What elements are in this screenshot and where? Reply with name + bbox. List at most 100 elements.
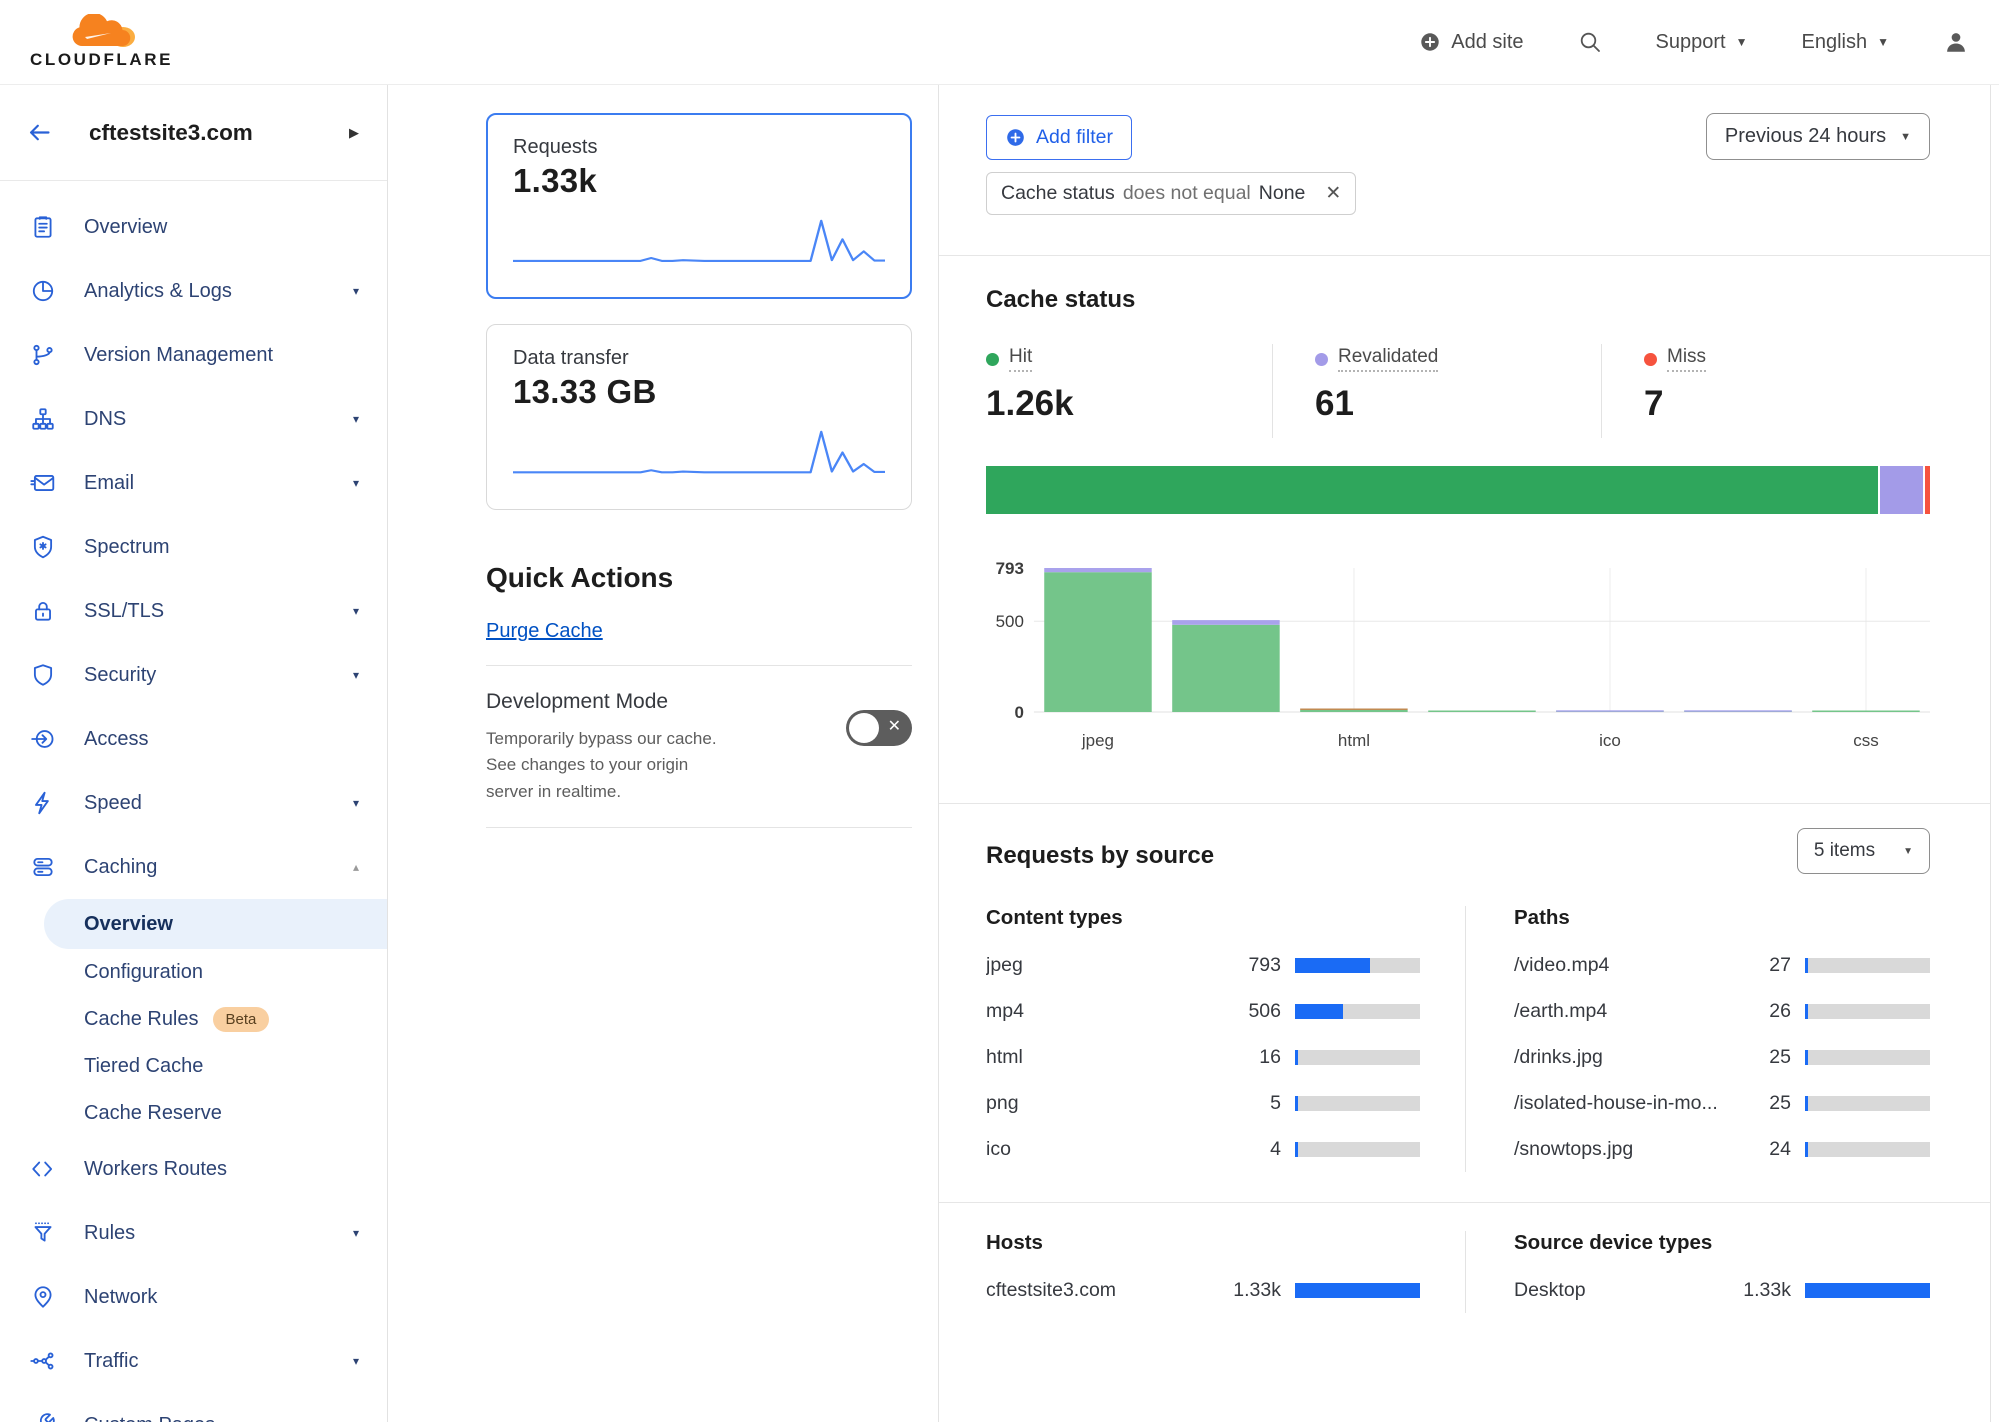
divider [486, 665, 912, 666]
sidebar-item-custom-pages[interactable]: Custom Pages [0, 1393, 387, 1422]
legend-label[interactable]: Miss [1667, 346, 1706, 372]
support-menu[interactable]: Support ▼ [1656, 31, 1748, 54]
sidebar-item-version-management[interactable]: Version Management [0, 323, 387, 387]
sidebar-nav: Overview Analytics & Logs ▾ Version Mana… [0, 181, 387, 1422]
svg-text:jpeg: jpeg [1081, 731, 1114, 750]
language-label: English [1802, 31, 1868, 54]
user-avatar-icon[interactable] [1943, 29, 1969, 55]
requests-by-source-section: Requests by source 5 items ▼ Content typ… [939, 804, 1990, 1203]
development-mode-toggle[interactable]: ✕ [846, 710, 912, 746]
sidebar-item-dns[interactable]: DNS ▾ [0, 387, 387, 451]
row-value: 27 [1727, 954, 1791, 977]
sidebar-subitem-overview[interactable]: Overview [44, 899, 387, 949]
source-device-types-group: Source device types Desktop 1.33k [1466, 1231, 1930, 1313]
shield-star-icon [30, 534, 56, 560]
chevron-right-icon[interactable]: ▶ [349, 125, 359, 141]
legend-label[interactable]: Revalidated [1338, 346, 1438, 372]
row-value: 26 [1727, 1000, 1791, 1023]
source-device-types-title: Source device types [1514, 1231, 1930, 1255]
sidebar-item-label: SSL/TLS [84, 600, 164, 623]
row-value: 1.33k [1217, 1279, 1281, 1302]
sidebar-subitem-cache-rules[interactable]: Cache Rules Beta [0, 996, 387, 1043]
cloudflare-cloud-icon [61, 14, 143, 48]
remove-filter-icon[interactable]: ✕ [1325, 182, 1341, 205]
row-bar-fill [1295, 1283, 1420, 1298]
wrench-icon [30, 1412, 56, 1422]
sidebar-subitem-configuration[interactable]: Configuration [0, 949, 387, 996]
sidebar-item-workers-routes[interactable]: Workers Routes [0, 1137, 387, 1201]
sidebar-item-email[interactable]: Email ▾ [0, 451, 387, 515]
row-value: 506 [1217, 1000, 1281, 1023]
list-item: jpeg 793 [986, 942, 1420, 988]
beta-badge: Beta [213, 1007, 270, 1032]
add-filter-button[interactable]: Add filter [986, 115, 1132, 160]
sidebar-item-ssl-tls[interactable]: SSL/TLS ▾ [0, 579, 387, 643]
sidebar-item-analytics-logs[interactable]: Analytics & Logs ▾ [0, 259, 387, 323]
row-bar [1805, 958, 1930, 973]
sidebar-subitem-cache-reserve[interactable]: Cache Reserve [0, 1090, 387, 1137]
funnel-icon [30, 1220, 56, 1246]
language-menu[interactable]: English ▼ [1802, 31, 1890, 54]
divider [486, 827, 912, 828]
row-bar-fill [1295, 1050, 1298, 1065]
row-label: mp4 [986, 1000, 1217, 1023]
site-selector[interactable]: cftestsite3.com ▶ [0, 85, 387, 181]
back-arrow-icon[interactable] [26, 119, 53, 146]
content-types-group: Content types jpeg 793 mp4 506 html 16 p… [986, 906, 1466, 1172]
add-filter-label: Add filter [1036, 126, 1113, 149]
time-range-dropdown[interactable]: Previous 24 hours ▼ [1706, 113, 1930, 160]
sidebar-item-spectrum[interactable]: Spectrum [0, 515, 387, 579]
row-value: 1.33k [1727, 1279, 1791, 1302]
list-item: png 5 [986, 1080, 1420, 1126]
sidebar-subitem-label: Cache Reserve [84, 1102, 222, 1125]
search-icon[interactable] [1578, 30, 1602, 54]
sidebar-item-speed[interactable]: Speed ▾ [0, 771, 387, 835]
mail-icon [30, 470, 56, 496]
cloudflare-logo[interactable]: CLOUDFLARE [30, 14, 173, 70]
stacked-segment-hit [986, 466, 1878, 514]
sidebar-item-label: Rules [84, 1222, 135, 1245]
sidebar-subitem-label: Configuration [84, 961, 203, 984]
items-count-dropdown[interactable]: 5 items ▼ [1797, 828, 1930, 874]
row-bar [1295, 1050, 1420, 1065]
legend-value: 7 [1644, 384, 1930, 424]
row-label: /snowtops.jpg [1514, 1138, 1727, 1161]
add-site-label: Add site [1451, 31, 1523, 54]
add-site-button[interactable]: Add site [1419, 31, 1523, 54]
sidebar-item-label: Security [84, 664, 156, 687]
sidebar-item-overview[interactable]: Overview [0, 195, 387, 259]
row-bar-fill [1805, 1283, 1930, 1298]
sidebar-item-rules[interactable]: Rules ▾ [0, 1201, 387, 1265]
list-item: /earth.mp4 26 [1514, 988, 1930, 1034]
svg-text:500: 500 [996, 612, 1024, 631]
lock-icon [30, 598, 56, 624]
chevron-down-icon: ▼ [1877, 35, 1889, 49]
sidebar-item-access[interactable]: Access [0, 707, 387, 771]
purge-cache-link[interactable]: Purge Cache [486, 620, 603, 643]
sidebar-item-network[interactable]: Network [0, 1265, 387, 1329]
legend-value: 61 [1315, 384, 1601, 424]
data-transfer-metric-card[interactable]: Data transfer 13.33 GB [486, 324, 912, 510]
requests-metric-card[interactable]: Requests 1.33k [486, 113, 912, 299]
list-item: /isolated-house-in-mo... 25 [1514, 1080, 1930, 1126]
row-bar-fill [1805, 1050, 1808, 1065]
sidebar-item-label: Traffic [84, 1350, 138, 1373]
row-bar [1805, 1096, 1930, 1111]
paths-group: Paths /video.mp4 27 /earth.mp4 26 /drink… [1466, 906, 1930, 1172]
chevron-down-icon: ▾ [353, 668, 359, 682]
sidebar-subitem-tiered-cache[interactable]: Tiered Cache [0, 1043, 387, 1090]
row-bar-fill [1295, 958, 1370, 973]
sidebar-item-traffic[interactable]: Traffic ▾ [0, 1329, 387, 1393]
sidebar: cftestsite3.com ▶ Overview Analytics & L… [0, 85, 388, 1422]
sidebar-subitem-label: Tiered Cache [84, 1055, 203, 1078]
filter-chip: Cache status does not equal None ✕ [986, 172, 1356, 215]
sidebar-item-label: Access [84, 728, 148, 751]
pie-icon [30, 278, 56, 304]
requests-by-source-title: Requests by source [986, 842, 1930, 870]
legend-label[interactable]: Hit [1009, 346, 1032, 372]
sidebar-item-caching[interactable]: Caching ▴ [0, 835, 387, 899]
list-item: Desktop 1.33k [1514, 1267, 1930, 1313]
list-item: mp4 506 [986, 988, 1420, 1034]
row-bar [1805, 1283, 1930, 1298]
sidebar-item-security[interactable]: Security ▾ [0, 643, 387, 707]
